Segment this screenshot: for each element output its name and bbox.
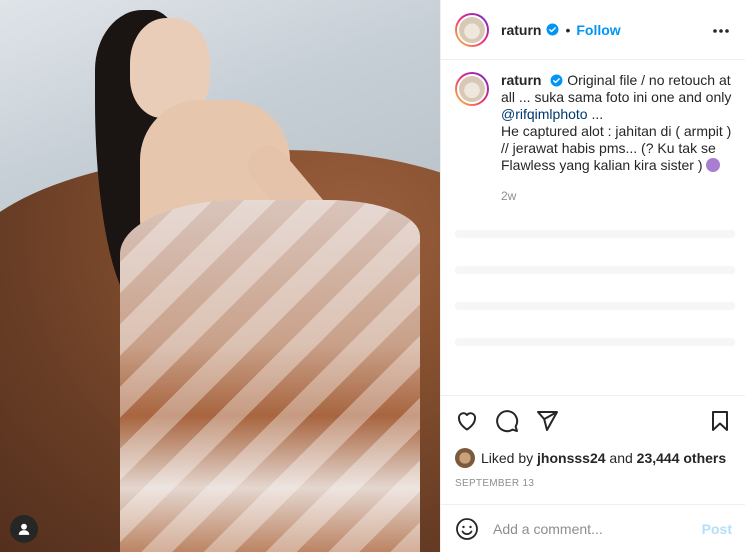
post-date[interactable]: SEPTEMBER 13 xyxy=(455,478,534,489)
post-comment-button[interactable]: Post xyxy=(702,521,732,537)
liker-avatar[interactable] xyxy=(455,448,475,468)
header-username[interactable]: raturn xyxy=(501,22,541,38)
caption-avatar[interactable] xyxy=(455,72,489,106)
verified-badge-icon xyxy=(550,74,563,87)
caption-body: raturn Original file / no retouch at all… xyxy=(501,72,740,205)
photo-figure-dress xyxy=(120,200,420,552)
likes-summary: Liked by jhonsss24 and 23,444 others xyxy=(455,448,726,468)
caption-mention-link[interactable]: @rifqimlphoto xyxy=(501,106,588,122)
comments-placeholder xyxy=(455,230,735,380)
user-tag-icon[interactable] xyxy=(10,515,38,543)
post-caption: raturn Original file / no retouch at all… xyxy=(455,72,740,205)
follow-button[interactable]: Follow xyxy=(576,22,620,38)
likes-count[interactable]: 23,444 others xyxy=(637,450,727,466)
heart-icon[interactable] xyxy=(455,409,479,433)
post-details-panel: raturn • Follow raturn Original file / n… xyxy=(440,0,745,552)
caption-text-3: He captured alot : jahitan di ( armpit )… xyxy=(501,123,732,173)
verified-badge-icon xyxy=(546,23,559,36)
likes-middle: and xyxy=(609,450,633,466)
avatar[interactable] xyxy=(455,12,489,47)
liker-username[interactable]: jhonsss24 xyxy=(537,450,605,466)
comment-input[interactable] xyxy=(493,520,702,537)
likes-prefix: Liked by xyxy=(481,450,534,466)
header-separator: • xyxy=(565,21,571,38)
caption-text-2: ... xyxy=(591,106,604,122)
emoji-icon xyxy=(705,158,720,172)
post-image[interactable] xyxy=(0,0,440,552)
comment-icon[interactable] xyxy=(495,409,519,433)
post-header: raturn • Follow xyxy=(441,0,745,60)
caption-username[interactable]: raturn xyxy=(501,72,541,88)
bookmark-icon[interactable] xyxy=(708,409,732,433)
comment-bar: Post xyxy=(441,504,745,552)
caption-time-ago[interactable]: 2w xyxy=(501,188,740,205)
emoji-picker-icon[interactable] xyxy=(455,517,479,541)
action-bar xyxy=(441,395,745,445)
share-icon[interactable] xyxy=(535,409,559,433)
more-options-icon[interactable] xyxy=(712,21,730,39)
